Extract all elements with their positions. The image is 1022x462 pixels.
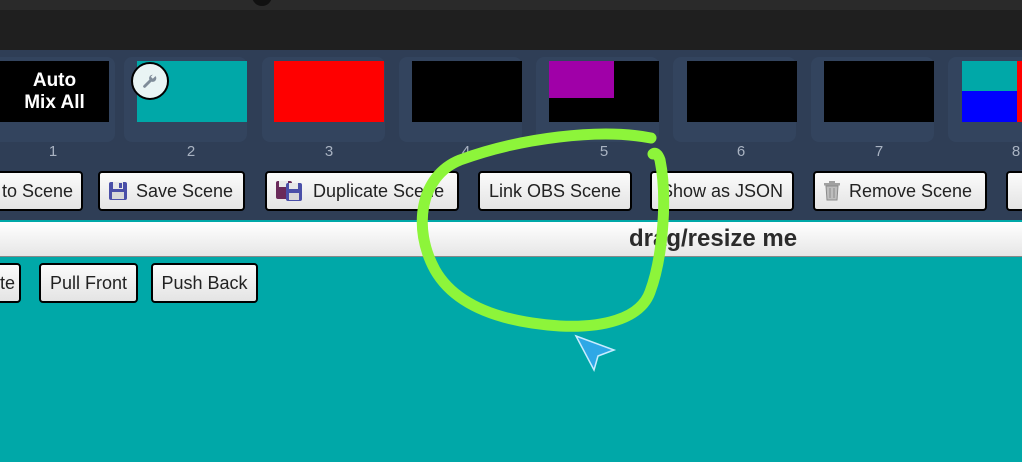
scene-thumbnail-4[interactable] bbox=[412, 61, 522, 122]
scene-number-4: 4 bbox=[461, 143, 471, 160]
pull-front-button[interactable]: Pull Front bbox=[39, 263, 138, 303]
save-scene-label: Save Scene bbox=[136, 180, 234, 201]
scene-number-7: 7 bbox=[874, 143, 884, 160]
cursor-arrow-icon bbox=[574, 334, 617, 372]
duplicate-scene-button[interactable]: Duplicate Scene bbox=[265, 171, 459, 211]
scene-thumbnail-6[interactable] bbox=[687, 61, 797, 122]
scene-number-5: 5 bbox=[599, 143, 609, 160]
trash-icon bbox=[823, 181, 841, 201]
duplicate-floppy-icon bbox=[275, 180, 305, 202]
scene-thumbnail-auto-mix[interactable]: Auto Mix All bbox=[0, 61, 109, 122]
link-obs-scene-label: Link OBS Scene bbox=[488, 180, 622, 201]
delete-layer-button[interactable]: te bbox=[0, 263, 21, 303]
duplicate-scene-label: Duplicate Scene bbox=[313, 180, 445, 201]
push-back-button[interactable]: Push Back bbox=[151, 263, 258, 303]
scene-8-q2 bbox=[1017, 61, 1022, 91]
drag-resize-label: drag/resize me bbox=[629, 225, 798, 252]
scene-8-q4 bbox=[1017, 91, 1022, 122]
auto-mix-label: Auto Mix All bbox=[24, 70, 85, 113]
dark-header-bar bbox=[0, 10, 1022, 50]
floppy-disk-icon bbox=[108, 181, 128, 201]
scene-number-8: 8 bbox=[1011, 143, 1021, 160]
save-scene-button[interactable]: Save Scene bbox=[98, 171, 245, 211]
remove-scene-label: Remove Scene bbox=[849, 180, 973, 201]
next-toolbar-button[interactable] bbox=[1006, 171, 1022, 211]
edit-scene-wrench-button[interactable] bbox=[131, 62, 169, 100]
scene-5-inset bbox=[549, 61, 614, 98]
drag-resize-handle[interactable]: drag/resize me bbox=[0, 222, 1022, 257]
scene-thumbnail-3[interactable] bbox=[274, 61, 384, 122]
show-as-json-button[interactable]: Show as JSON bbox=[650, 171, 794, 211]
go-to-scene-label: to Scene bbox=[1, 180, 73, 201]
link-obs-scene-button[interactable]: Link OBS Scene bbox=[478, 171, 632, 211]
scene-number-1: 1 bbox=[48, 143, 58, 160]
scene-number-2: 2 bbox=[186, 143, 196, 160]
remove-scene-button[interactable]: Remove Scene bbox=[813, 171, 987, 211]
delete-layer-label: te bbox=[0, 272, 15, 293]
scene-panel: Auto Mix All 1 2 3 4 5 6 7 8 to Scene Sa… bbox=[0, 50, 1022, 220]
push-back-label: Push Back bbox=[161, 272, 248, 293]
go-to-scene-button[interactable]: to Scene bbox=[0, 171, 83, 211]
pull-front-label: Pull Front bbox=[49, 272, 128, 293]
scene-thumbnail-5[interactable] bbox=[549, 61, 659, 122]
scene-number-3: 3 bbox=[324, 143, 334, 160]
scene-thumbnail-7[interactable] bbox=[824, 61, 934, 122]
scene-8-q3 bbox=[962, 91, 1017, 122]
show-as-json-label: Show as JSON bbox=[660, 180, 784, 201]
wrench-icon bbox=[143, 73, 157, 88]
scene-8-q1 bbox=[962, 61, 1017, 91]
scene-number-6: 6 bbox=[736, 143, 746, 160]
scene-thumbnail-8[interactable] bbox=[962, 61, 1022, 122]
